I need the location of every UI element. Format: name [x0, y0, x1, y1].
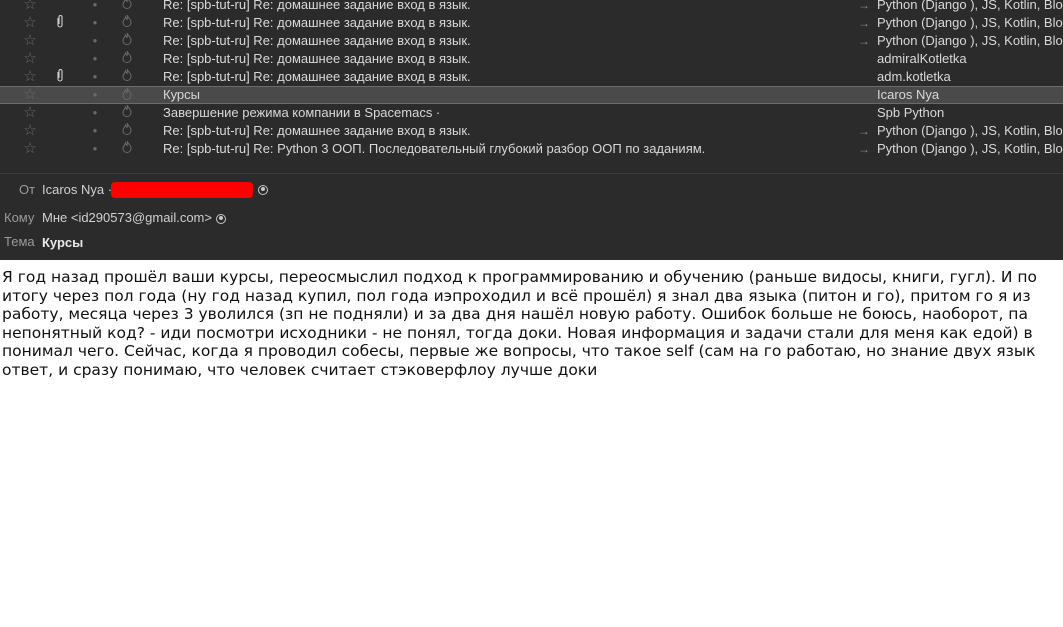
- message-subject: Re: [spb-tut-ru] Re: домашнее задание вх…: [163, 51, 471, 66]
- flame-icon[interactable]: [119, 87, 135, 104]
- subject-value: Курсы: [42, 235, 84, 250]
- flame-icon[interactable]: [119, 68, 135, 86]
- message-sender: Spb Python: [877, 105, 945, 120]
- message-sender: adm.kotletka: [877, 69, 951, 84]
- subject-label: Тема: [4, 234, 35, 249]
- message-sender: Icaros Nya: [877, 87, 940, 102]
- person-icon[interactable]: [258, 185, 268, 195]
- star-icon[interactable]: ☆: [22, 50, 38, 68]
- star-icon[interactable]: ☆: [22, 68, 38, 86]
- body-line: понимал чего. Сейчас, когда я проводил с…: [2, 342, 1036, 360]
- message-row[interactable]: ☆ ● Re: [spb-tut-ru] Re: домашнее задание …: [0, 32, 1063, 50]
- message-row[interactable]: ☆ ● Завершение режима компании в Spacemacs…: [0, 104, 1063, 122]
- message-list: ☆ ● Re: [spb-tut-ru] Re: домашнее задание …: [0, 0, 1063, 173]
- message-sender: Python (Django ), JS, Kotlin, Blo: [877, 141, 1063, 156]
- star-icon[interactable]: ☆: [22, 14, 38, 32]
- dot-icon[interactable]: ●: [89, 122, 101, 140]
- message-sender: Python (Django ), JS, Kotlin, Blo: [877, 15, 1063, 30]
- body-line: работу, месяца через 3 уволился (зп не п…: [2, 305, 1028, 323]
- flame-icon[interactable]: [119, 140, 135, 158]
- redaction-bar: [111, 182, 253, 198]
- dot-icon[interactable]: ●: [89, 50, 101, 68]
- flame-icon[interactable]: [119, 0, 135, 14]
- star-icon[interactable]: ☆: [22, 32, 38, 50]
- message-sender: Python (Django ), JS, Kotlin, Blo: [877, 33, 1063, 48]
- message-header: От Icaros Nya · Кому Мне <id290573@gmail…: [0, 173, 1063, 260]
- message-subject: Re: [spb-tut-ru] Re: домашнее задание вх…: [163, 123, 471, 138]
- message-row[interactable]: ☆ ● Re: [spb-tut-ru] Re: домашнее задание …: [0, 0, 1063, 14]
- message-row[interactable]: ☆ ● Re: [spb-tut-ru] Re: домашнее задание …: [0, 14, 1063, 32]
- message-subject: Курсы: [163, 87, 201, 102]
- message-row[interactable]: ☆ ● Re: [spb-tut-ru] Re: домашнее задание …: [0, 50, 1063, 68]
- flame-icon[interactable]: [119, 50, 135, 68]
- reply-arrow-icon: →: [858, 34, 870, 48]
- message-subject: Re: [spb-tut-ru] Re: домашнее задание вх…: [163, 15, 471, 30]
- paperclip-icon[interactable]: [53, 68, 67, 87]
- paperclip-icon[interactable]: [53, 14, 67, 33]
- star-icon[interactable]: ☆: [22, 122, 38, 140]
- person-icon[interactable]: [215, 213, 226, 224]
- message-row[interactable]: ☆ ● Re: [spb-tut-ru] Re: домашнее задание …: [0, 122, 1063, 140]
- dot-icon[interactable]: ●: [89, 140, 101, 158]
- dot-icon[interactable]: ●: [89, 14, 101, 32]
- message-sender: Python (Django ), JS, Kotlin, Blo: [877, 123, 1063, 138]
- to-label: Кому: [4, 210, 35, 225]
- dot-icon[interactable]: ●: [89, 68, 101, 86]
- flame-icon[interactable]: [119, 14, 135, 32]
- star-icon[interactable]: ☆: [22, 0, 38, 14]
- flame-icon[interactable]: [119, 122, 135, 140]
- message-body: Я год назад прошёл ваши курсы, переосмыс…: [2, 268, 1063, 379]
- reply-arrow-icon: →: [858, 124, 870, 138]
- from-value[interactable]: Icaros Nya ·: [42, 182, 112, 197]
- dot-icon[interactable]: ●: [89, 87, 101, 103]
- message-sender: admiralKotletka: [877, 51, 967, 66]
- flame-icon[interactable]: [119, 32, 135, 50]
- dot-icon[interactable]: ●: [89, 104, 101, 122]
- from-label: От: [19, 182, 36, 197]
- star-icon[interactable]: ☆: [22, 87, 38, 103]
- message-subject: Re: [spb-tut-ru] Re: домашнее задание вх…: [163, 69, 471, 84]
- body-line: ответ, и сразу понимаю, что человек счит…: [2, 360, 598, 379]
- message-row[interactable]: ☆ ● Курсы Icaros Nya: [0, 86, 1063, 104]
- reply-arrow-icon: →: [858, 0, 870, 12]
- message-row[interactable]: ☆ ● Re: [spb-tut-ru] Re: домашнее задание …: [0, 68, 1063, 86]
- star-icon[interactable]: ☆: [22, 104, 38, 122]
- message-sender: Python (Django ), JS, Kotlin, Blo: [877, 0, 1063, 12]
- message-subject: Re: [spb-tut-ru] Re: домашнее задание вх…: [163, 33, 471, 48]
- flame-icon[interactable]: [119, 104, 135, 122]
- message-subject: Завершение режима компании в Spacemacs ·: [163, 105, 441, 120]
- body-line: итогу через пол года (ну год назад купил…: [2, 286, 1031, 305]
- dot-icon[interactable]: ●: [89, 0, 101, 14]
- star-icon[interactable]: ☆: [22, 140, 38, 158]
- to-address: Мне <id290573@gmail.com>: [42, 210, 212, 225]
- reply-arrow-icon: →: [858, 16, 870, 30]
- reply-arrow-icon: →: [858, 142, 870, 156]
- body-line: Я год назад прошёл ваши курсы, переосмыс…: [2, 268, 1038, 286]
- dot-icon[interactable]: ●: [89, 32, 101, 50]
- message-row[interactable]: ☆ ● Re: [spb-tut-ru] Re: Python 3 ООП. Пос…: [0, 140, 1063, 158]
- body-line: непонятный код? - иди посмотри исходники…: [2, 323, 1033, 342]
- message-subject: Re: [spb-tut-ru] Re: домашнее задание вх…: [163, 0, 471, 12]
- message-subject: Re: [spb-tut-ru] Re: Python 3 ООП. После…: [163, 141, 706, 156]
- to-value[interactable]: Мне <id290573@gmail.com>: [42, 210, 226, 225]
